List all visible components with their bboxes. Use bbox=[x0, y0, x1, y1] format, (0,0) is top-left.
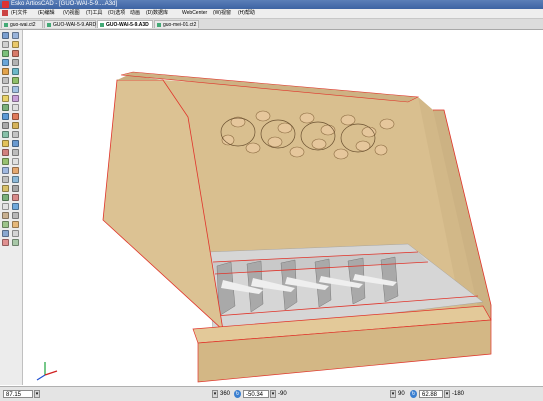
view-side-icon[interactable] bbox=[2, 68, 9, 75]
light-icon[interactable] bbox=[2, 95, 9, 102]
rot-y-dropdown[interactable]: ▾ bbox=[270, 390, 276, 398]
rot-z-value: 90 bbox=[398, 391, 405, 397]
settings-icon[interactable] bbox=[12, 212, 19, 219]
tab-label: GUO-WAI-5-9.A3D bbox=[106, 22, 149, 28]
menu-window[interactable]: (W)视窗 bbox=[213, 9, 231, 18]
window-title: Esko ArtiosCAD - [GUO-WAI-5-9....A3d] bbox=[11, 1, 118, 7]
rot-y-right: -90 bbox=[278, 391, 287, 397]
pan-icon[interactable] bbox=[12, 41, 19, 48]
tab-label: GUO-WAI-5-9.ARD bbox=[53, 22, 97, 28]
zoom-field[interactable]: 87.15 bbox=[3, 390, 33, 398]
show-icon[interactable] bbox=[12, 185, 19, 192]
grid-icon[interactable] bbox=[12, 104, 19, 111]
flatten-icon[interactable] bbox=[2, 176, 9, 183]
report-icon[interactable] bbox=[12, 221, 19, 228]
tab-guo-wai-a3d[interactable]: GUO-WAI-5-9.A3D bbox=[97, 20, 153, 28]
rot-x-spin-icon[interactable]: ↻ bbox=[234, 390, 241, 398]
check-icon[interactable] bbox=[2, 221, 9, 228]
undo-icon[interactable] bbox=[12, 230, 19, 237]
z-axis-line bbox=[36, 374, 46, 381]
menu-tools[interactable]: (T)工具 bbox=[86, 9, 102, 18]
tab-guo-wai-ard[interactable]: GUO-WAI-5-9.ARD bbox=[44, 20, 96, 28]
text-icon[interactable] bbox=[2, 140, 9, 147]
rot-z-field[interactable]: 62.88 bbox=[419, 390, 443, 398]
add-solid-icon[interactable] bbox=[2, 158, 9, 165]
animation-icon[interactable] bbox=[2, 149, 9, 156]
document-icon[interactable] bbox=[2, 10, 8, 16]
hide-icon[interactable] bbox=[2, 185, 9, 192]
tab-guo-wai-ct2[interactable]: guo-wai.ct2 bbox=[1, 20, 43, 28]
vr-icon[interactable] bbox=[12, 203, 19, 210]
align-icon[interactable] bbox=[2, 131, 9, 138]
view-front-icon[interactable] bbox=[2, 59, 9, 66]
rot-z-dropdown[interactable]: ▾ bbox=[390, 390, 396, 398]
left-toolbar bbox=[0, 30, 23, 385]
menu-bar: (F)文件 (E)编辑 (V)视图 (T)工具 (O)选项 动画 (D)数据库 … bbox=[0, 9, 543, 19]
camera-icon[interactable] bbox=[12, 149, 19, 156]
stack-icon[interactable] bbox=[12, 194, 19, 201]
menu-options[interactable]: (O)选项 bbox=[108, 9, 125, 18]
rot-z-right: -180 bbox=[452, 391, 465, 397]
tab-label: guo-wai.ct2 bbox=[10, 22, 36, 28]
file-icon bbox=[4, 23, 8, 27]
title-bar: Esko ArtiosCAD - [GUO-WAI-5-9....A3d] bbox=[0, 0, 543, 9]
group-icon[interactable] bbox=[12, 131, 19, 138]
zoom-dropdown[interactable]: ▾ bbox=[34, 390, 40, 398]
rot-y-field[interactable]: -50.34 bbox=[243, 390, 269, 398]
menu-webcenter[interactable]: WebCenter bbox=[182, 9, 207, 18]
export-icon[interactable] bbox=[2, 167, 9, 174]
fold-icon[interactable] bbox=[12, 50, 19, 57]
select-icon[interactable] bbox=[2, 41, 9, 48]
tab-label: guo-mei-01.ct2 bbox=[163, 22, 197, 28]
redo-icon[interactable] bbox=[2, 239, 9, 246]
view-iso-icon[interactable] bbox=[12, 68, 19, 75]
dimension-icon[interactable] bbox=[12, 77, 19, 84]
layer-icon[interactable] bbox=[2, 104, 9, 111]
info-icon[interactable] bbox=[2, 230, 9, 237]
bottle-icon[interactable] bbox=[2, 203, 9, 210]
shadow-icon[interactable] bbox=[12, 158, 19, 165]
document-tab-bar: guo-wai.ct2 GUO-WAI-5-9.ARD GUO-WAI-5-9.… bbox=[0, 19, 543, 30]
fold-all-icon[interactable] bbox=[12, 176, 19, 183]
file-icon bbox=[100, 23, 104, 27]
tree-icon[interactable] bbox=[2, 194, 9, 201]
zoom-in-icon[interactable] bbox=[2, 32, 9, 39]
status-bar: 87.15 ▾ ▾ 360 ↻ -50.34 ▾ -90 ▾ 90 ↻ 62.8… bbox=[0, 386, 543, 401]
axis-indicator bbox=[36, 362, 58, 381]
rotate-icon[interactable] bbox=[2, 50, 9, 57]
menu-view[interactable]: (V)视图 bbox=[63, 9, 80, 18]
rot-x-dropdown[interactable]: ▾ bbox=[212, 390, 218, 398]
copy-icon[interactable] bbox=[2, 113, 9, 120]
refresh-icon[interactable] bbox=[12, 239, 19, 246]
rot-z-dropdown-2[interactable]: ▾ bbox=[444, 390, 450, 398]
measure-icon[interactable] bbox=[2, 77, 9, 84]
rot-x-value: 360 bbox=[220, 391, 231, 397]
file-icon bbox=[157, 23, 161, 27]
line-icon[interactable] bbox=[2, 86, 9, 93]
view-top-icon[interactable] bbox=[12, 59, 19, 66]
menu-edit[interactable]: (E)编辑 bbox=[38, 9, 55, 18]
menu-file[interactable]: (F)文件 bbox=[11, 9, 27, 18]
3d-model-canvas[interactable] bbox=[23, 30, 543, 385]
3d-viewport[interactable] bbox=[23, 30, 543, 385]
tab-guo-mei-ct2[interactable]: guo-mei-01.ct2 bbox=[154, 20, 199, 28]
zoom-out-icon[interactable] bbox=[12, 32, 19, 39]
menu-help[interactable]: (H)帮助 bbox=[238, 9, 255, 18]
print-icon[interactable] bbox=[12, 167, 19, 174]
menu-database[interactable]: (D)数据库 bbox=[146, 9, 168, 18]
delete-icon[interactable] bbox=[12, 113, 19, 120]
menu-animation[interactable]: 动画 bbox=[130, 9, 140, 18]
render-icon[interactable] bbox=[12, 140, 19, 147]
x-axis-line bbox=[44, 370, 58, 376]
file-icon bbox=[47, 23, 51, 27]
material-icon[interactable] bbox=[12, 95, 19, 102]
move-icon[interactable] bbox=[2, 122, 9, 129]
rot-z-spin-icon[interactable]: ↻ bbox=[410, 390, 417, 398]
arc-icon[interactable] bbox=[12, 86, 19, 93]
board-icon[interactable] bbox=[2, 212, 9, 219]
app-logo-icon bbox=[2, 1, 9, 8]
mirror-icon[interactable] bbox=[12, 122, 19, 129]
